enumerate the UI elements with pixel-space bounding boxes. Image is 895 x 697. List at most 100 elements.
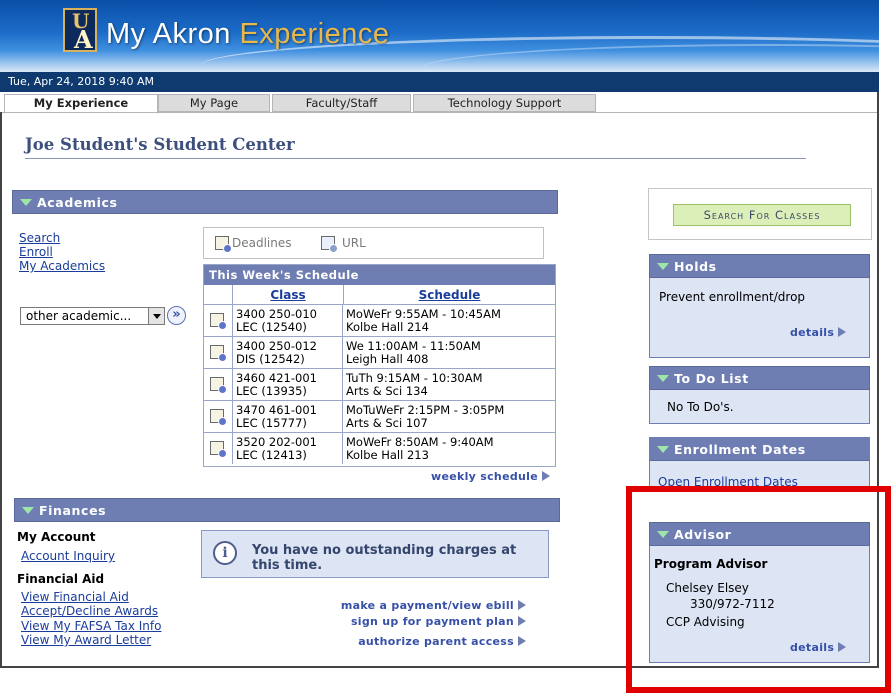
payment-plan-link[interactable]: sign up for payment plan (351, 615, 526, 628)
highlight-box (626, 486, 891, 693)
datetime-bar: Tue, Apr 24, 2018 9:40 AM (0, 72, 879, 92)
play-arrow-icon (518, 600, 526, 610)
class-details-icon[interactable] (210, 441, 227, 458)
deadlines-link[interactable]: Deadlines (232, 236, 292, 250)
collapse-triangle-icon[interactable] (20, 199, 32, 206)
accept-decline-awards-link[interactable]: Accept/Decline Awards (21, 604, 158, 618)
tab-faculty-staff[interactable]: Faculty/Staff (272, 94, 411, 112)
class-room: Kolbe Hall 214 (346, 320, 429, 334)
play-arrow-icon (541, 471, 550, 481)
finances-header-label: Finances (39, 503, 107, 518)
deadlines-bar: Deadlines URL (203, 227, 544, 259)
schedule-title: This Week's Schedule (204, 265, 555, 285)
play-arrow-icon (518, 636, 526, 646)
holds-header[interactable]: Holds (649, 254, 870, 278)
award-letter-link[interactable]: View My Award Letter (21, 633, 151, 647)
class-details-icon[interactable] (210, 409, 227, 426)
enrollment-dates-header[interactable]: Enrollment Dates (650, 438, 869, 461)
title-divider (25, 158, 806, 159)
hold-item: Prevent enrollment/drop (659, 290, 806, 304)
ua-logo[interactable]: U A (63, 8, 97, 54)
class-column-header[interactable]: Class (233, 285, 344, 305)
class-room: Leigh Hall 408 (346, 352, 429, 366)
class-section: DIS (12542) (236, 352, 305, 366)
tab-my-page[interactable]: My Page (158, 94, 270, 112)
charges-message: i You have no outstanding charges at thi… (201, 530, 549, 578)
class-section: LEC (15777) (236, 416, 307, 430)
class-section: LEC (12540) (236, 320, 307, 334)
payment-plan-label: sign up for payment plan (350, 615, 514, 628)
enrollment-dates-header-label: Enrollment Dates (674, 442, 806, 457)
schedule-column-header[interactable]: Schedule (344, 285, 555, 305)
weekly-schedule-label: weekly schedule (431, 470, 538, 483)
todo-header[interactable]: To Do List (649, 366, 870, 390)
todo-pagelet: To Do List No To Do's. (649, 366, 870, 424)
search-for-classes-button[interactable]: Search For Classes (673, 204, 851, 226)
todo-text: No To Do's. (667, 400, 734, 414)
go-button[interactable]: » (167, 306, 186, 325)
class-details-icon[interactable] (210, 377, 227, 394)
academics-header-label: Academics (37, 195, 118, 210)
url-icon[interactable] (321, 236, 338, 253)
banner-edge (879, 0, 895, 92)
double-chevron-right-icon: » (172, 307, 181, 322)
info-icon: i (213, 541, 237, 565)
holds-details-link[interactable]: details (790, 326, 847, 339)
table-row: 3400 250-010 LEC (12540) MoWeFr 9:55AM - … (204, 305, 555, 337)
my-academics-link[interactable]: My Academics (19, 259, 105, 273)
schedule-table: This Week's Schedule Class Schedule 3400… (203, 264, 556, 467)
deadlines-icon[interactable] (215, 236, 232, 253)
search-classes-box: Search For Classes (648, 188, 872, 240)
site-title-part1: My Akron (106, 18, 231, 50)
tab-my-experience[interactable]: My Experience (4, 94, 158, 114)
enrollment-dates-pagelet: Enrollment Dates Open Enrollment Dates (649, 437, 870, 489)
url-link[interactable]: URL (342, 236, 366, 250)
finances-header[interactable]: Finances (14, 498, 560, 522)
weekly-schedule-link[interactable]: weekly schedule (431, 470, 550, 483)
enroll-link[interactable]: Enroll (19, 245, 53, 259)
collapse-triangle-icon[interactable] (657, 446, 669, 453)
table-row: 3400 250-012 DIS (12542) We 11:00AM - 11:… (204, 337, 555, 369)
view-financial-aid-link[interactable]: View Financial Aid (21, 590, 129, 604)
fafsa-tax-info-link[interactable]: View My FAFSA Tax Info (21, 619, 161, 633)
make-payment-link[interactable]: make a payment/view ebill (341, 599, 526, 612)
class-section: LEC (12413) (236, 448, 307, 462)
account-inquiry-link[interactable]: Account Inquiry (21, 549, 115, 563)
collapse-triangle-icon[interactable] (22, 507, 34, 514)
class-room: Arts & Sci 107 (346, 416, 428, 430)
my-account-label: My Account (17, 530, 96, 544)
financial-aid-label: Financial Aid (17, 572, 105, 586)
site-title: My Akron Experience (106, 18, 390, 51)
search-link[interactable]: Search (19, 231, 60, 245)
table-row: 3470 461-001 LEC (15777) MoTuWeFr 2:15PM … (204, 401, 555, 433)
other-academic-select[interactable]: other academic... (20, 307, 165, 325)
select-value: other academic... (26, 309, 132, 323)
academics-header[interactable]: Academics (12, 190, 558, 214)
charges-text: You have no outstanding charges at this … (252, 543, 517, 573)
icon-column-header (204, 285, 233, 305)
dropdown-arrow-icon[interactable] (148, 308, 164, 324)
class-details-icon[interactable] (210, 313, 227, 330)
parent-access-label: authorize parent access (358, 635, 514, 648)
class-details-icon[interactable] (210, 345, 227, 362)
class-room: Arts & Sci 134 (346, 384, 428, 398)
tab-divider (0, 112, 879, 113)
play-arrow-icon (838, 327, 847, 337)
todo-header-label: To Do List (674, 371, 749, 386)
holds-pagelet: Holds Prevent enrollment/drop details (649, 254, 870, 358)
parent-access-link[interactable]: authorize parent access (358, 635, 526, 648)
page-title: Joe Student's Student Center (25, 135, 295, 154)
details-label: details (790, 326, 835, 339)
collapse-triangle-icon[interactable] (657, 263, 669, 270)
table-row: 3520 202-001 LEC (12413) MoWeFr 8:50AM - … (204, 433, 555, 465)
logo-letter-a: A (74, 25, 93, 54)
make-payment-label: make a payment/view ebill (340, 599, 514, 612)
site-title-part2: Experience (239, 18, 390, 50)
class-room: Kolbe Hall 213 (346, 448, 429, 462)
tab-technology-support[interactable]: Technology Support (413, 94, 596, 112)
frame-border (0, 112, 2, 668)
collapse-triangle-icon[interactable] (657, 375, 669, 382)
class-section: LEC (13935) (236, 384, 307, 398)
site-banner: U A My Akron Experience (0, 0, 879, 72)
play-arrow-icon (518, 616, 526, 626)
